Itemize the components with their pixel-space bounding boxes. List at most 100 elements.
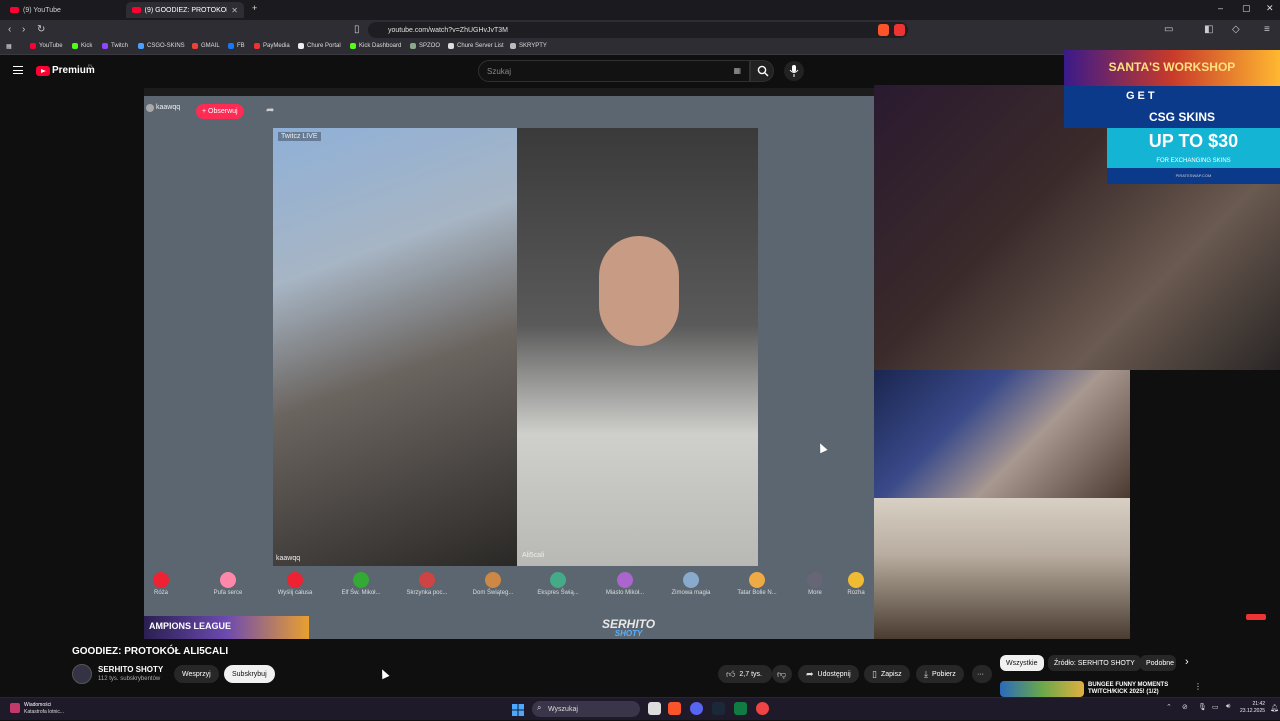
more-actions-button[interactable]: ··· bbox=[972, 665, 992, 683]
search-button[interactable] bbox=[750, 60, 774, 82]
bookmark-spzoo[interactable]: SPZOO bbox=[410, 43, 440, 49]
taskbar-clock[interactable]: 21:42 23.12.2025 bbox=[1240, 701, 1265, 715]
minimize-button[interactable]: – bbox=[1218, 3, 1223, 13]
chure-icon bbox=[298, 43, 304, 49]
steam-icon[interactable] bbox=[712, 702, 725, 715]
extension-icon[interactable]: ▭ bbox=[1164, 24, 1173, 35]
tray-chevron-icon[interactable]: ⌃ bbox=[1166, 703, 1172, 711]
app-icon[interactable] bbox=[756, 702, 769, 715]
search-icon bbox=[757, 65, 769, 77]
sidebar-icon[interactable]: ◧ bbox=[1204, 24, 1213, 35]
bookmark-icon[interactable]: ▯ bbox=[354, 24, 360, 35]
recommendation-title[interactable]: BUNGEE FUNNY MOMENTS TWITCH/KICK 2025! (… bbox=[1088, 682, 1168, 696]
forward-arrow-icon[interactable]: › bbox=[22, 24, 25, 35]
news-widget[interactable]: Wiadomości Katastrofa lotnic... bbox=[24, 702, 64, 715]
chip-similar[interactable]: Podobne bbox=[1140, 655, 1176, 671]
kick-icon bbox=[350, 43, 356, 49]
brave-browser-icon[interactable] bbox=[668, 702, 681, 715]
search-icon: ⌕ bbox=[537, 703, 542, 712]
save-button[interactable]: ▯ Zapisz bbox=[864, 665, 910, 683]
tray-icon[interactable]: ⊘ bbox=[1182, 703, 1188, 711]
discord-icon[interactable] bbox=[690, 702, 703, 715]
download-icon: ⤓ bbox=[924, 668, 928, 679]
volume-icon[interactable]: 🔊︎ bbox=[1226, 703, 1230, 711]
tab-video[interactable]: (9) GOODIEZ: PROTOKÓŁ ALI5 ✕ bbox=[126, 2, 244, 18]
keyboard-icon[interactable]: ▦ bbox=[733, 66, 741, 75]
bookmark-youtube[interactable]: YouTube bbox=[30, 43, 63, 49]
close-window-button[interactable]: ✕ bbox=[1266, 3, 1274, 14]
chip-source[interactable]: Źródło: SERHITO SHOTY bbox=[1048, 655, 1141, 671]
windows-taskbar: Wiadomości Katastrofa lotnic... ⌕ Wyszuk… bbox=[0, 697, 1280, 720]
bookmark-gmail[interactable]: GMAIL bbox=[192, 43, 220, 49]
excel-icon[interactable] bbox=[734, 702, 747, 715]
bookmark-chure-server-list[interactable]: Chure Server List bbox=[448, 43, 504, 49]
notification-icon[interactable]: 🔔︎ bbox=[1270, 704, 1279, 712]
gift-item: Tatar Bolie N... bbox=[732, 572, 782, 596]
bookmark-csgo-skins[interactable]: CSGO-SKINS bbox=[138, 43, 185, 49]
banner-text: AMPIONS LEAGUE bbox=[144, 616, 309, 639]
twitch-icon bbox=[102, 43, 108, 49]
hamburger-menu-icon[interactable] bbox=[13, 66, 23, 74]
taskbar-search[interactable]: ⌕ Wyszukaj bbox=[532, 701, 640, 717]
brave-shield-icon[interactable] bbox=[878, 24, 889, 36]
maximize-button[interactable]: ▢ bbox=[1242, 3, 1251, 14]
gift-item: Elf Św. Mikoł... bbox=[336, 572, 386, 596]
address-bar[interactable]: youtube.com/watch?v=ZhUGHvJvT3M bbox=[368, 22, 908, 38]
gift-item: Rozha bbox=[838, 572, 874, 596]
share-button[interactable]: ➦ Udostępnij bbox=[798, 665, 859, 683]
channel-avatar[interactable] bbox=[72, 664, 92, 684]
mouse-cursor-icon bbox=[378, 667, 390, 680]
search-input[interactable]: Szukaj ▦ bbox=[478, 60, 750, 82]
dislike-button[interactable]: 👎︎ bbox=[772, 665, 792, 683]
reload-icon[interactable]: ↻ bbox=[37, 24, 45, 35]
recommendation-thumbnail[interactable] bbox=[1000, 681, 1084, 697]
apps-icon[interactable]: ▦ bbox=[6, 43, 12, 50]
avatar bbox=[146, 104, 154, 112]
live-label: Twitcz LIVE bbox=[278, 132, 321, 141]
subscribe-button[interactable]: Subskrybuj bbox=[224, 665, 275, 683]
windows-start-icon[interactable] bbox=[512, 703, 524, 716]
bookmark-skrypty[interactable]: SKRYPTY bbox=[510, 43, 547, 49]
bookmark-kick[interactable]: Kick bbox=[72, 43, 92, 49]
youtube-icon bbox=[30, 43, 36, 49]
youtube-icon bbox=[132, 7, 141, 13]
new-tab-button[interactable]: + bbox=[252, 3, 257, 13]
ad-footer: PIRATESWAP.COM bbox=[1107, 168, 1280, 184]
mic-tray-icon[interactable]: 🎙︎ bbox=[1198, 703, 1207, 711]
bookmark-twitch[interactable]: Twitch bbox=[102, 43, 128, 49]
webcam-feed-secondary bbox=[874, 370, 1130, 498]
support-button[interactable]: Wesprzyj bbox=[174, 665, 219, 683]
channel-name[interactable]: SERHITO SHOTY bbox=[98, 665, 163, 674]
back-arrow-icon[interactable]: ‹ bbox=[8, 24, 11, 35]
youtube-logo-icon[interactable] bbox=[36, 66, 50, 76]
network-icon[interactable]: ▭ bbox=[1212, 703, 1219, 711]
more-vertical-icon[interactable]: ⋮ bbox=[1194, 682, 1202, 691]
bookmark-paymedia[interactable]: PayMedia bbox=[254, 43, 290, 49]
brave-rewards-icon[interactable] bbox=[894, 24, 905, 36]
gift-item: Skrzynka poc... bbox=[402, 572, 452, 596]
close-tab-icon[interactable]: ✕ bbox=[231, 6, 238, 15]
tab-youtube[interactable]: (9) YouTube bbox=[4, 2, 124, 18]
stream-right-image bbox=[517, 128, 758, 566]
bookmark-fb[interactable]: FB bbox=[228, 43, 245, 49]
chevron-right-icon[interactable]: › bbox=[1185, 656, 1189, 668]
like-count: 2,7 tys. bbox=[739, 670, 762, 678]
more-icon: ··· bbox=[977, 670, 984, 678]
ad-logo: CSG SKINS bbox=[1064, 106, 1280, 128]
like-button[interactable]: 👍︎ 2,7 tys. bbox=[718, 665, 772, 683]
wallet-icon[interactable]: ◇ bbox=[1232, 24, 1240, 35]
bookmark-chure-portal[interactable]: Chure Portal bbox=[298, 43, 341, 49]
url-text: youtube.com/watch?v=ZhUGHvJvT3M bbox=[388, 26, 509, 34]
ad-headline: UP TO $30 bbox=[1107, 128, 1280, 154]
chip-all[interactable]: Wszystkie bbox=[1000, 655, 1044, 671]
voice-search-button[interactable] bbox=[784, 61, 804, 81]
bookmark-kick-dashboard[interactable]: Kick Dashboard bbox=[350, 43, 401, 49]
tab-label: (9) YouTube bbox=[23, 6, 61, 14]
gift-item: Dom Świąteg... bbox=[468, 572, 518, 596]
channel-watermark: SERHITO SHOTY bbox=[602, 617, 656, 638]
download-button[interactable]: ⤓ Pobierz bbox=[916, 665, 964, 683]
menu-icon[interactable]: ≡ bbox=[1264, 24, 1270, 35]
video-player[interactable]: kaawqq + Obserwuj ➦ Twitcz LIVE kaawqq A… bbox=[144, 88, 874, 639]
file-explorer-icon[interactable] bbox=[648, 702, 661, 715]
gift-bar: Róża Pufa serce Wyślij całusa Elf Św. Mi… bbox=[144, 568, 874, 616]
